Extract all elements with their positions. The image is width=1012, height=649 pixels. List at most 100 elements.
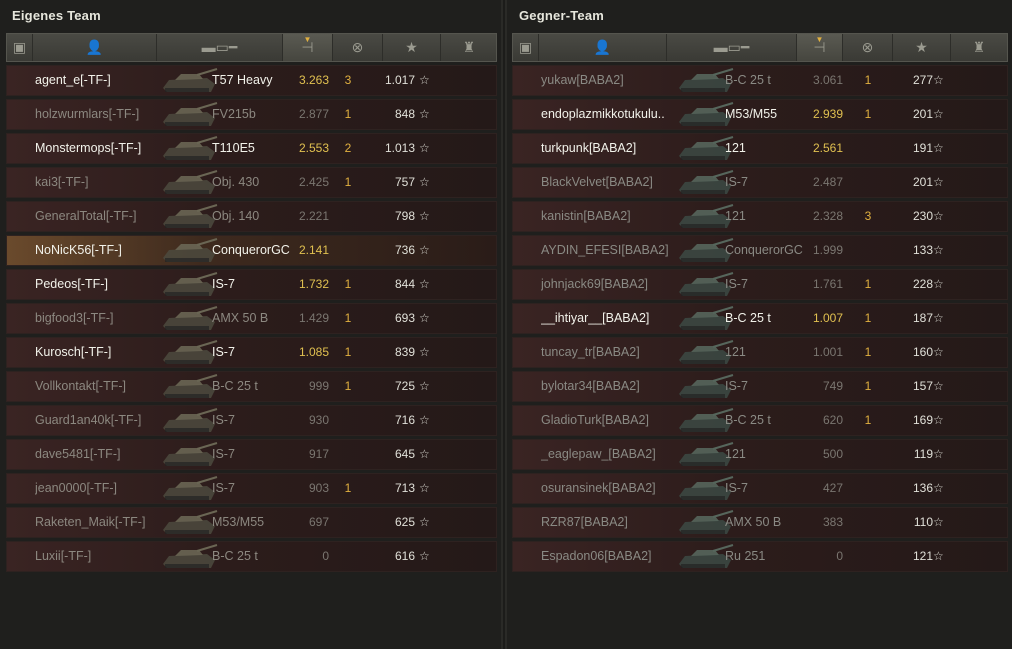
- player-row[interactable]: Pedeos[-TF-] IS-7 1.732 1 844 ☆: [6, 269, 497, 300]
- kills-value: [337, 406, 359, 435]
- player-row[interactable]: Espadon06[BABA2] Ru 251 0 121 ☆: [512, 541, 1008, 572]
- player-row[interactable]: osuransinek[BABA2] IS-7 427 136 ☆: [512, 473, 1008, 504]
- xp-value: 191: [912, 141, 933, 155]
- tank-name: M53/M55: [212, 515, 265, 529]
- damage-column-header[interactable]: ▼ ⊣: [797, 34, 843, 61]
- player-row[interactable]: Vollkontakt[-TF-] B-C 25 t 999 1 725 ☆: [6, 371, 497, 402]
- player-row[interactable]: AYDIN_EFESI[BABA2] ConquerorGC 1.999 133 ☆: [512, 235, 1008, 266]
- tank-silhouette-icon: [163, 238, 218, 262]
- tank-silhouette-icon: [163, 306, 218, 330]
- xp-value: 736: [394, 243, 415, 257]
- player-row[interactable]: tuncay_tr[BABA2] 121 1.001 1 160 ☆: [512, 337, 1008, 368]
- player-row[interactable]: __ihtiyar__[BABA2] B-C 25 t 1.007 1 187 ☆: [512, 303, 1008, 334]
- tank-silhouette-icon: [163, 102, 218, 126]
- xp-value: 848: [394, 107, 415, 121]
- enemy-team-list: yukaw[BABA2] B-C 25 t 3.061 1 277 ☆ endoplazmi…: [512, 65, 1008, 575]
- tank-silhouette-icon: [163, 408, 218, 432]
- player-row[interactable]: GladioTurk[BABA2] B-C 25 t 620 1 169 ☆: [512, 405, 1008, 436]
- vehicle-type-column-header[interactable]: ▣: [513, 34, 539, 61]
- player-row[interactable]: holzwurmlars[-TF-] FV215b 2.877 1 848 ☆: [6, 99, 497, 130]
- player-row[interactable]: Monstermops[-TF-] T110E5 2.553 2 1.013 ☆: [6, 133, 497, 164]
- damage-value: 3.263: [298, 73, 329, 87]
- own-team-panel: Eigenes Team ▣ 👤 ▬▭━ ▼ ⊣ ⊗ ★ ♜ agent_e[-T…: [0, 0, 503, 649]
- player-row[interactable]: johnjack69[BABA2] IS-7 1.761 1 228 ☆: [512, 269, 1008, 300]
- damage-value: 2.221: [298, 209, 329, 223]
- player-column-header[interactable]: 👤: [539, 34, 667, 61]
- player-name: Pedeos[-TF-]: [35, 277, 108, 291]
- player-name: BlackVelvet[BABA2]: [541, 175, 653, 189]
- xp-star-icon: ☆: [419, 141, 430, 155]
- sort-arrow-icon: ▼: [815, 35, 824, 44]
- kills-value: 1: [344, 311, 352, 325]
- xp-column-header[interactable]: ★: [893, 34, 951, 61]
- player-row[interactable]: Luxii[-TF-] B-C 25 t 0 616 ☆: [6, 541, 497, 572]
- player-row[interactable]: kai3[-TF-] Obj. 430 2.425 1 757 ☆: [6, 167, 497, 198]
- xp-value: 201: [912, 107, 933, 121]
- player-name: GeneralTotal[-TF-]: [35, 209, 137, 223]
- player-row[interactable]: bylotar34[BABA2] IS-7 749 1 157 ☆: [512, 371, 1008, 402]
- kills-column-header[interactable]: ⊗: [333, 34, 383, 61]
- player-name: kai3[-TF-]: [35, 175, 89, 189]
- player-row[interactable]: yukaw[BABA2] B-C 25 t 3.061 1 277 ☆: [512, 65, 1008, 96]
- tank-column-header[interactable]: ▬▭━: [157, 34, 283, 61]
- vehicle-type-column-header[interactable]: ▣: [7, 34, 33, 61]
- xp-star-icon: ★: [915, 39, 928, 55]
- tank-column-header[interactable]: ▬▭━: [667, 34, 797, 61]
- player-row[interactable]: GeneralTotal[-TF-] Obj. 140 2.221 798 ☆: [6, 201, 497, 232]
- xp-value: 693: [394, 311, 415, 325]
- player-row[interactable]: kanistin[BABA2] 121 2.328 3 230 ☆: [512, 201, 1008, 232]
- xp-value: 136: [912, 481, 933, 495]
- player-row[interactable]: Kurosch[-TF-] IS-7 1.085 1 839 ☆: [6, 337, 497, 368]
- kills-icon: ⊗: [861, 39, 874, 55]
- player-row[interactable]: BlackVelvet[BABA2] IS-7 2.487 201 ☆: [512, 167, 1008, 198]
- damage-value: 2.561: [812, 141, 843, 155]
- kills-value: [857, 542, 879, 571]
- xp-column-header[interactable]: ★: [383, 34, 441, 61]
- player-row[interactable]: jean0000[-TF-] IS-7 903 1 713 ☆: [6, 473, 497, 504]
- player-row[interactable]: bigfood3[-TF-] AMX 50 B 1.429 1 693 ☆: [6, 303, 497, 334]
- player-name: Monstermops[-TF-]: [35, 141, 142, 155]
- kills-column-header[interactable]: ⊗: [843, 34, 893, 61]
- tank-silhouette-icon: [163, 510, 218, 534]
- player-column-header[interactable]: 👤: [33, 34, 157, 61]
- tank-name: IS-7: [212, 413, 235, 427]
- xp-value: 201: [912, 175, 933, 189]
- tank-name: 121: [725, 141, 746, 155]
- player-row[interactable]: dave5481[-TF-] IS-7 917 645 ☆: [6, 439, 497, 470]
- xp-star-icon: ☆: [933, 413, 944, 427]
- damage-value: 1.999: [812, 243, 843, 257]
- medal-column-header[interactable]: ♜: [441, 34, 497, 61]
- kills-value: [857, 474, 879, 503]
- xp-star-icon: ☆: [933, 73, 944, 87]
- medal-column-header[interactable]: ♜: [951, 34, 1007, 61]
- player-row[interactable]: NoNicK56[-TF-] ConquerorGC 2.141 736 ☆: [6, 235, 497, 266]
- xp-value: 625: [394, 515, 415, 529]
- kills-value: 1: [344, 379, 352, 393]
- xp-star-icon: ☆: [933, 481, 944, 495]
- tank-silhouette-icon: [163, 340, 218, 364]
- player-row[interactable]: endoplazmikkotukulu.. M53/M55 2.939 1 201 ☆: [512, 99, 1008, 130]
- tank-name: IS-7: [725, 379, 748, 393]
- player-name: bigfood3[-TF-]: [35, 311, 114, 325]
- player-row[interactable]: RZR87[BABA2] AMX 50 B 383 110 ☆: [512, 507, 1008, 538]
- damage-value: 2.877: [298, 107, 329, 121]
- damage-column-header[interactable]: ▼ ⊣: [283, 34, 333, 61]
- tank-silhouette-icon: [163, 68, 218, 92]
- player-row[interactable]: Guard1an40k[-TF-] IS-7 930 716 ☆: [6, 405, 497, 436]
- kills-value: 2: [344, 141, 352, 155]
- player-name: Raketen_Maik[-TF-]: [35, 515, 146, 529]
- player-name: Kurosch[-TF-]: [35, 345, 112, 359]
- player-row[interactable]: Raketen_Maik[-TF-] M53/M55 697 625 ☆: [6, 507, 497, 538]
- player-row[interactable]: turkpunk[BABA2] 121 2.561 191 ☆: [512, 133, 1008, 164]
- damage-value: 930: [308, 413, 329, 427]
- player-row[interactable]: agent_e[-TF-] T57 Heavy 3.263 3 1.017 ☆: [6, 65, 497, 96]
- kills-value: [337, 202, 359, 231]
- tank-silhouette-icon: [163, 170, 218, 194]
- xp-star-icon: ☆: [419, 413, 430, 427]
- player-row[interactable]: _eaglepaw_[BABA2] 121 500 119 ☆: [512, 439, 1008, 470]
- player-name: Vollkontakt[-TF-]: [35, 379, 126, 393]
- tank-silhouette-icon: [163, 272, 218, 296]
- tank-name: IS-7: [212, 447, 235, 461]
- xp-star-icon: ☆: [933, 549, 944, 563]
- tank-name: AMX 50 B: [725, 515, 782, 529]
